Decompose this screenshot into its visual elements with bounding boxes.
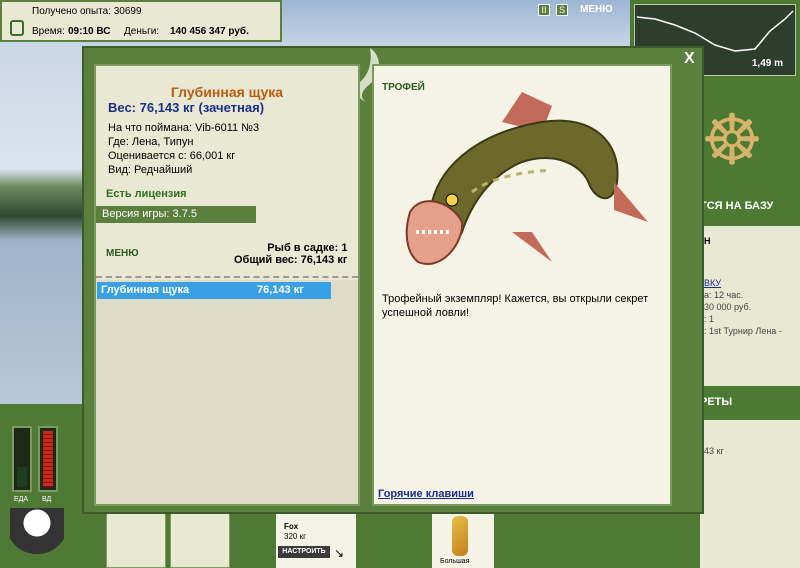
rod-weight: 320 кг xyxy=(284,532,306,541)
time-value: 09:10 ВС xyxy=(68,26,111,37)
go-to-base-label[interactable]: ТСЯ НА БАЗУ xyxy=(700,200,800,212)
depth-readout: 1,49 m xyxy=(751,58,783,69)
secrets-weight: 43 кг xyxy=(704,446,724,456)
time-label: Время: xyxy=(32,26,65,37)
secrets-label[interactable]: РЕТЫ xyxy=(700,396,800,408)
panel-heading: Н xyxy=(704,236,711,246)
hotkeys-link[interactable]: Горячие клавиши xyxy=(378,488,474,500)
arrow-icon[interactable]: ↘ xyxy=(334,546,344,560)
trophy-description: Трофейный экземпляр! Кажется, вы открыли… xyxy=(382,293,649,319)
valued-from: Оценивается с: 66,001 кг xyxy=(108,150,236,162)
bait-basket-slot[interactable] xyxy=(106,512,166,568)
panel-line-3: : 1 xyxy=(704,314,715,324)
drink-gauge-label: ВД xyxy=(42,496,52,503)
license-status: Есть лицензия xyxy=(106,188,187,200)
fish-name: Глубинная щука xyxy=(170,84,284,100)
main-menu-button[interactable]: МЕНЮ xyxy=(580,4,613,15)
pause-icon[interactable]: II xyxy=(538,4,550,16)
ship-wheel-icon[interactable]: ☸ xyxy=(700,92,764,188)
money-label: Деньги: xyxy=(124,26,160,37)
list-item[interactable]: Глубинная щука 76,143 кг xyxy=(97,282,331,299)
experience-text: Получено опыта: 30699 xyxy=(32,6,142,17)
lure-label: Большая xyxy=(440,558,470,565)
food-gauge-label: ЕДА xyxy=(14,496,29,503)
panel-line-4: : 1st Турнир Лена - xyxy=(704,326,782,336)
food-gauge xyxy=(12,426,32,492)
bucket-slot[interactable] xyxy=(170,512,230,568)
pike-fish-image xyxy=(405,92,648,265)
cage-summary: Рыб в садке: 1 Общий вес: 76,143 кг xyxy=(234,242,347,266)
divider xyxy=(96,276,358,278)
setup-button[interactable]: НАСТРОИТЬ xyxy=(278,546,330,558)
money-value: 140 456 347 руб. xyxy=(170,26,249,37)
rod-name: Fox xyxy=(284,522,299,531)
drink-gauge xyxy=(38,426,58,492)
lock-icon[interactable] xyxy=(10,20,24,36)
game-version: Версия игры: 3.7.5 xyxy=(96,206,256,223)
close-button[interactable]: X xyxy=(684,50,695,68)
menu-button[interactable]: МЕНЮ xyxy=(106,248,139,259)
panel-line-2: 30 000 руб. xyxy=(704,302,752,312)
sound-icon[interactable]: S xyxy=(556,4,568,16)
panel-link[interactable]: ВКУ xyxy=(704,278,721,288)
fish-list xyxy=(96,280,358,504)
total-weight: Общий вес: 76,143 кг xyxy=(234,254,348,266)
fish-weight: Вес: 76,143 кг (зачетная) xyxy=(108,100,265,115)
lure-slot[interactable]: Большая xyxy=(432,512,494,568)
list-item-name: Глубинная щука xyxy=(101,284,190,296)
secrets-panel: 43 кг xyxy=(700,420,800,568)
lure-icon xyxy=(452,516,468,556)
pot-icon[interactable] xyxy=(10,508,64,558)
fish-kind: Вид: Редчайший xyxy=(108,164,193,176)
status-bar: Получено опыта: 30699 Время: 09:10 ВС Де… xyxy=(0,0,282,42)
tournament-panel: Н ВКУ а: 12 час. 30 000 руб. : 1 : 1st Т… xyxy=(700,226,800,386)
caught-on: На что поймана: Vib-6011 №3 xyxy=(108,122,260,134)
list-item-weight: 76,143 кг xyxy=(257,284,304,296)
scenery-river xyxy=(0,42,82,404)
catch-location: Где: Лена, Типун xyxy=(108,136,194,148)
panel-line-1: а: 12 час. xyxy=(704,290,744,300)
fish-in-cage: Рыб в садке: 1 xyxy=(267,242,348,254)
